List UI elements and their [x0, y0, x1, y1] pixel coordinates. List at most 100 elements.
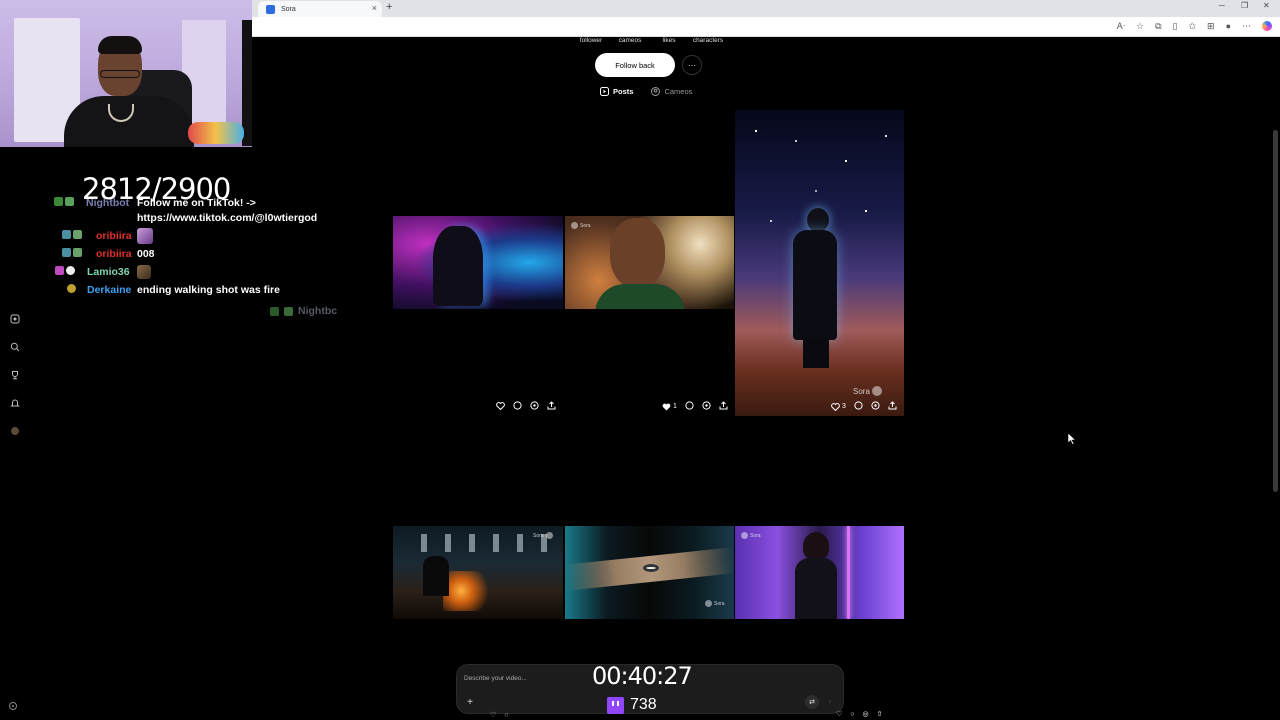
post-subject — [610, 218, 665, 288]
post-arches — [403, 534, 553, 552]
like-button[interactable]: 1 — [662, 403, 677, 411]
address-bar-tools: Aᐧ ☆ ⧉ ▯ ✩ ⊞ ● ⋯ — [1117, 21, 1272, 32]
post-sparks — [443, 571, 503, 611]
share-icon[interactable] — [547, 401, 556, 412]
post-thumbnail[interactable] — [393, 216, 563, 309]
send-button[interactable]: ↑ — [823, 695, 837, 709]
chat-username: Nightbot — [86, 197, 130, 209]
search-icon[interactable] — [8, 340, 22, 354]
stat-characters-label[interactable]: characters — [685, 37, 731, 44]
collections-icon[interactable]: ⊞ — [1207, 21, 1215, 32]
tab-title: Sora — [281, 5, 296, 13]
split-screen-icon[interactable]: ▯ — [1173, 21, 1178, 32]
more-menu-icon[interactable]: ⋯ — [1242, 21, 1251, 32]
chat-message: https://www.tiktok.com/@l0wtiergod — [52, 209, 352, 227]
like-icon[interactable]: ♡ — [836, 710, 842, 718]
tab-posts[interactable]: Posts — [600, 87, 633, 96]
tab-sora[interactable]: Sora × — [258, 1, 382, 17]
chat-message: oribiira 008 — [52, 245, 352, 263]
follow-back-button[interactable]: Follow back — [595, 53, 675, 77]
sora-watermark: Sora — [853, 386, 882, 396]
post-thumbnail[interactable]: Sora — [565, 216, 734, 309]
stat-likes-label[interactable]: likes — [653, 37, 685, 44]
chat-text: https://www.tiktok.com/@l0wtiergod — [137, 212, 318, 224]
read-aloud-icon[interactable]: Aᐧ — [1117, 21, 1125, 32]
chat-username: Lamio36 — [87, 266, 130, 278]
viewer-count: 738 — [607, 696, 657, 714]
share-icon[interactable] — [888, 401, 897, 412]
window-close-icon[interactable]: ✕ — [1263, 1, 1270, 10]
chat-username: oribiira — [96, 248, 132, 260]
post-subject — [807, 208, 829, 232]
home-icon[interactable] — [8, 312, 22, 326]
post-subject — [595, 284, 685, 309]
post-actions — [496, 401, 556, 412]
new-tab-button[interactable]: + — [386, 1, 392, 13]
favorite-star-icon[interactable]: ☆ — [1136, 21, 1144, 32]
post-thumbnail[interactable]: Sora — [735, 110, 904, 416]
sora-watermark: Sora — [571, 222, 591, 229]
chat-emote-icon — [137, 228, 153, 244]
composer-settings-icon[interactable]: ⇄ — [805, 695, 819, 709]
chat-badge-icon — [67, 284, 76, 293]
restore-icon[interactable]: ❐ — [1241, 1, 1248, 10]
prompt-input[interactable]: Describe your video... — [464, 675, 527, 682]
profile-avatar-icon[interactable] — [8, 424, 22, 438]
chat-badge-icon — [54, 197, 63, 206]
sora-watermark: Sora — [705, 600, 725, 607]
like-icon[interactable]: ♡ — [490, 711, 496, 719]
extensions-icon[interactable]: ⧉ — [1155, 21, 1161, 32]
post-thumbnail[interactable]: Sora — [393, 526, 563, 619]
like-button[interactable]: 3 — [831, 402, 846, 411]
chat-text: Follow me on TikTok! -> — [137, 197, 256, 209]
post-actions: ♡ ○ — [490, 711, 509, 720]
post-neon-bar — [847, 526, 850, 619]
webcam-mic-stand — [242, 20, 252, 146]
post-subject — [803, 338, 829, 368]
profile-icon[interactable]: ● — [1226, 21, 1231, 32]
like-icon[interactable] — [496, 401, 505, 412]
like-count: 1 — [673, 403, 677, 410]
chat-badge-icon — [73, 248, 82, 257]
chat-badge-icon — [73, 230, 82, 239]
chat-username: Nightbc — [298, 305, 338, 317]
stream-chat-overlay: Nightbot Follow me on TikTok! -> https:/… — [52, 197, 352, 317]
tab-cameos[interactable]: Cameos — [651, 87, 692, 96]
post-actions: ♡ ○ ◎ ⇧ — [836, 710, 883, 719]
sora-watermark: Sora — [741, 532, 761, 539]
post-subject — [423, 556, 449, 596]
chat-badge-icon — [62, 230, 71, 239]
settings-icon[interactable] — [8, 698, 22, 712]
like-icon — [662, 403, 671, 410]
comment-icon[interactable] — [685, 401, 694, 412]
share-icon[interactable] — [719, 401, 728, 412]
add-media-button[interactable]: + — [463, 695, 477, 709]
page-scrollbar[interactable] — [1273, 130, 1278, 492]
remix-icon[interactable] — [871, 401, 880, 412]
minimize-icon[interactable]: ─ — [1219, 1, 1225, 10]
copilot-icon[interactable] — [1262, 21, 1272, 31]
comment-icon[interactable] — [513, 401, 522, 412]
close-tab-icon[interactable]: × — [372, 3, 377, 13]
webcam-person-glasses — [100, 70, 140, 78]
stat-cameos-label[interactable]: cameos — [607, 37, 653, 44]
stat-follower-label[interactable]: follower — [575, 37, 607, 44]
remix-icon[interactable]: ◎ — [863, 710, 869, 718]
remix-icon[interactable] — [702, 401, 711, 412]
comment-icon[interactable] — [854, 401, 863, 412]
chat-username: Derkaine — [87, 284, 132, 296]
more-options-button[interactable]: ··· — [682, 55, 702, 75]
comment-icon[interactable]: ○ — [850, 711, 854, 718]
posts-icon — [600, 87, 609, 96]
chat-badge-icon — [55, 266, 64, 275]
chat-text: 008 — [137, 248, 155, 260]
post-thumbnail[interactable]: Sora — [565, 526, 734, 619]
notifications-icon[interactable] — [8, 396, 22, 410]
favorites-icon[interactable]: ✩ — [1188, 21, 1196, 32]
remix-icon[interactable] — [530, 401, 539, 412]
comment-icon[interactable]: ○ — [504, 712, 508, 719]
post-thumbnail[interactable]: Sora — [735, 526, 904, 619]
chat-message-partial: Nightbc — [270, 305, 337, 317]
share-icon[interactable]: ⇧ — [877, 710, 883, 718]
trophy-icon[interactable] — [8, 368, 22, 382]
